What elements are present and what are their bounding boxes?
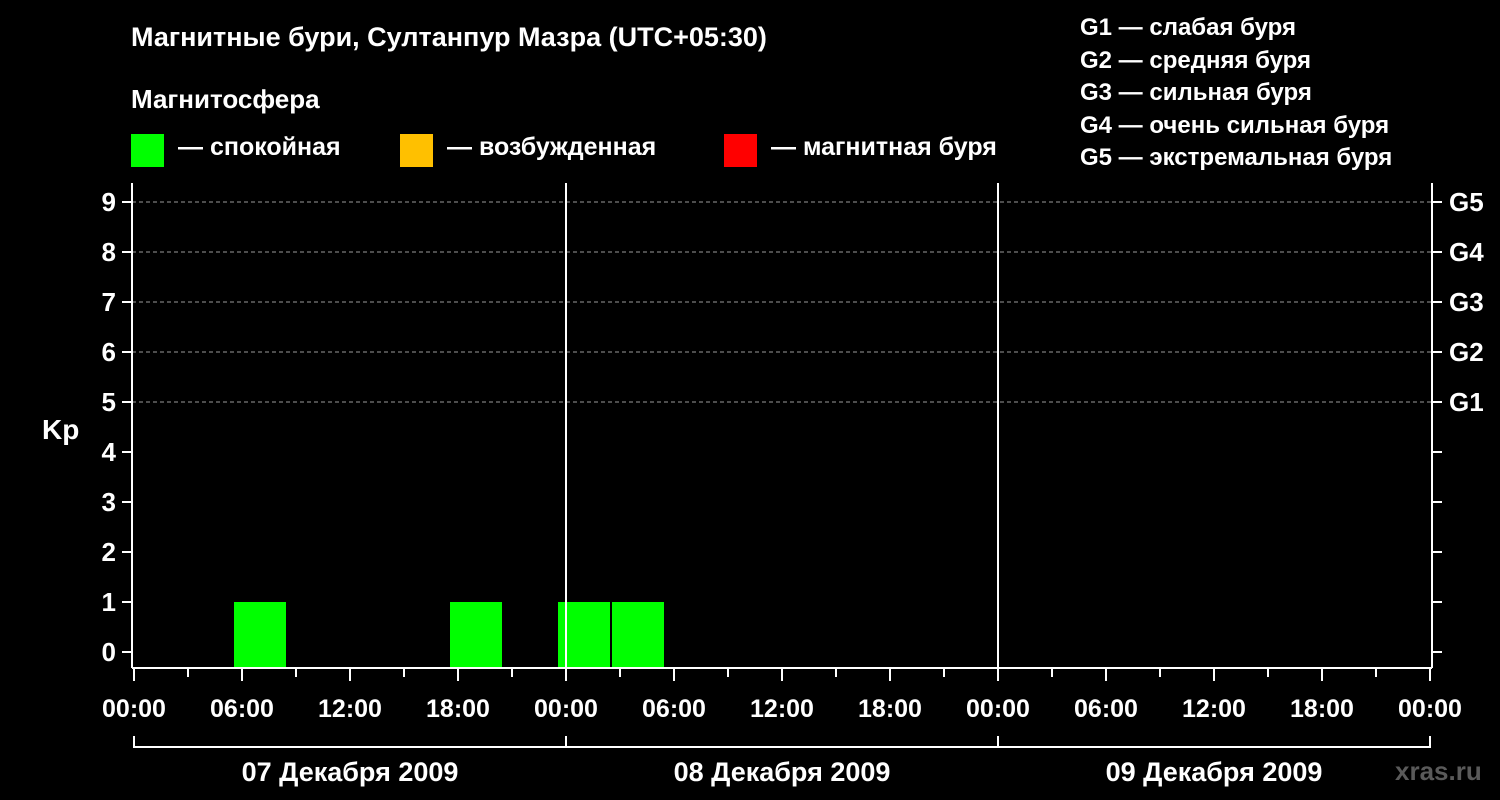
day-label-2: 08 Декабря 2009 <box>674 757 891 787</box>
x-tick-label-6: 12:00 <box>750 695 814 723</box>
day-label-1: 07 Декабря 2009 <box>242 757 459 787</box>
y-tick-label-1: 1 <box>102 587 116 617</box>
y-tick-label-8: 8 <box>102 237 116 267</box>
y-tick-label-6: 6 <box>102 337 116 367</box>
right-axis-label-g3: G3 <box>1449 287 1484 317</box>
x-tick-label-3: 18:00 <box>426 695 490 723</box>
y-tick-label-4: 4 <box>102 437 117 467</box>
y-tick-label-9: 9 <box>102 187 116 217</box>
y-tick-label-5: 5 <box>102 387 116 417</box>
y-tick-label-2: 2 <box>102 537 116 567</box>
x-tick-label-5: 06:00 <box>642 695 706 723</box>
kp-bar-1 <box>234 602 286 667</box>
x-tick-label-12: 00:00 <box>1398 695 1462 723</box>
watermark: xras.ru <box>1395 756 1482 786</box>
x-tick-label-2: 12:00 <box>318 695 382 723</box>
kp-bar-4 <box>612 602 664 667</box>
y-tick-label-3: 3 <box>102 487 116 517</box>
y-tick-label-0: 0 <box>102 637 116 667</box>
x-tick-label-0: 00:00 <box>102 695 166 723</box>
x-tick-label-8: 00:00 <box>966 695 1030 723</box>
kp-bar-2 <box>450 602 502 667</box>
x-tick-label-10: 12:00 <box>1182 695 1246 723</box>
x-tick-label-1: 06:00 <box>210 695 274 723</box>
kp-chart: 0 1 2 3 4 5 6 7 8 9 G1 G2 G3 G4 G5 Kp 00:00 06:00 12:00 18:… <box>42 183 1484 787</box>
right-axis-label-g5: G5 <box>1449 187 1484 217</box>
right-axis-label-g1: G1 <box>1449 387 1484 417</box>
y-axis-label: Kp <box>42 414 79 445</box>
y-tick-label-7: 7 <box>102 287 116 317</box>
right-axis-label-g2: G2 <box>1449 337 1484 367</box>
x-tick-label-9: 06:00 <box>1074 695 1138 723</box>
x-tick-label-11: 18:00 <box>1290 695 1354 723</box>
right-axis-label-g4: G4 <box>1449 237 1484 267</box>
day-label-3: 09 Декабря 2009 <box>1106 757 1323 787</box>
x-tick-label-4: 00:00 <box>534 695 598 723</box>
x-tick-label-7: 18:00 <box>858 695 922 723</box>
